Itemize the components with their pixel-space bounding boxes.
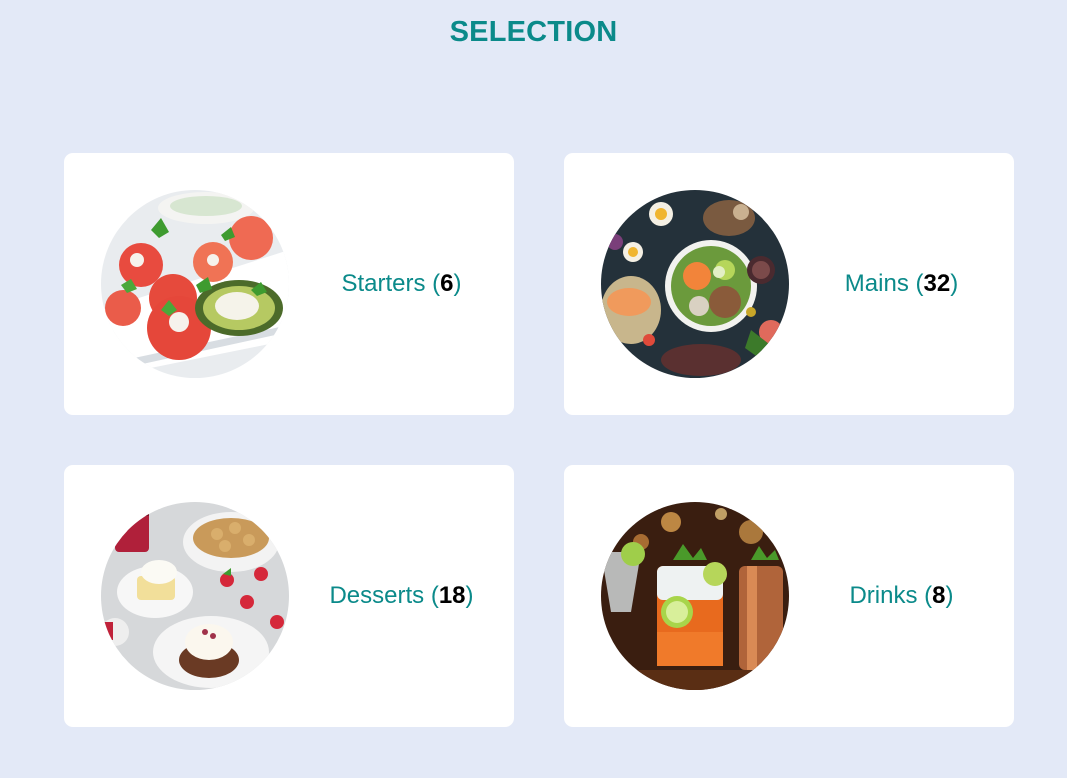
category-count: 18 bbox=[438, 582, 466, 609]
category-card-mains[interactable]: Mains (32) bbox=[564, 153, 1014, 415]
category-label-drinks: Drinks (8) bbox=[849, 582, 954, 609]
mains-image bbox=[601, 190, 789, 378]
page-title: SELECTION bbox=[449, 16, 618, 48]
starters-image bbox=[101, 190, 289, 378]
category-count: 8 bbox=[932, 582, 946, 609]
desserts-image bbox=[101, 502, 289, 690]
category-label-starters: Starters (6) bbox=[341, 270, 462, 297]
category-name: Drinks bbox=[849, 582, 918, 609]
drinks-image bbox=[601, 502, 789, 690]
category-count: 6 bbox=[440, 270, 454, 297]
category-card-drinks[interactable]: Drinks (8) bbox=[564, 465, 1014, 727]
category-label-mains: Mains (32) bbox=[844, 270, 959, 297]
category-name: Mains bbox=[844, 270, 909, 297]
category-count: 32 bbox=[923, 270, 951, 297]
category-card-starters[interactable]: Starters (6) bbox=[64, 153, 514, 415]
category-card-desserts[interactable]: Desserts (18) bbox=[64, 465, 514, 727]
category-name: Starters bbox=[341, 270, 426, 297]
category-label-desserts: Desserts (18) bbox=[329, 582, 474, 609]
category-name: Desserts bbox=[329, 582, 425, 609]
